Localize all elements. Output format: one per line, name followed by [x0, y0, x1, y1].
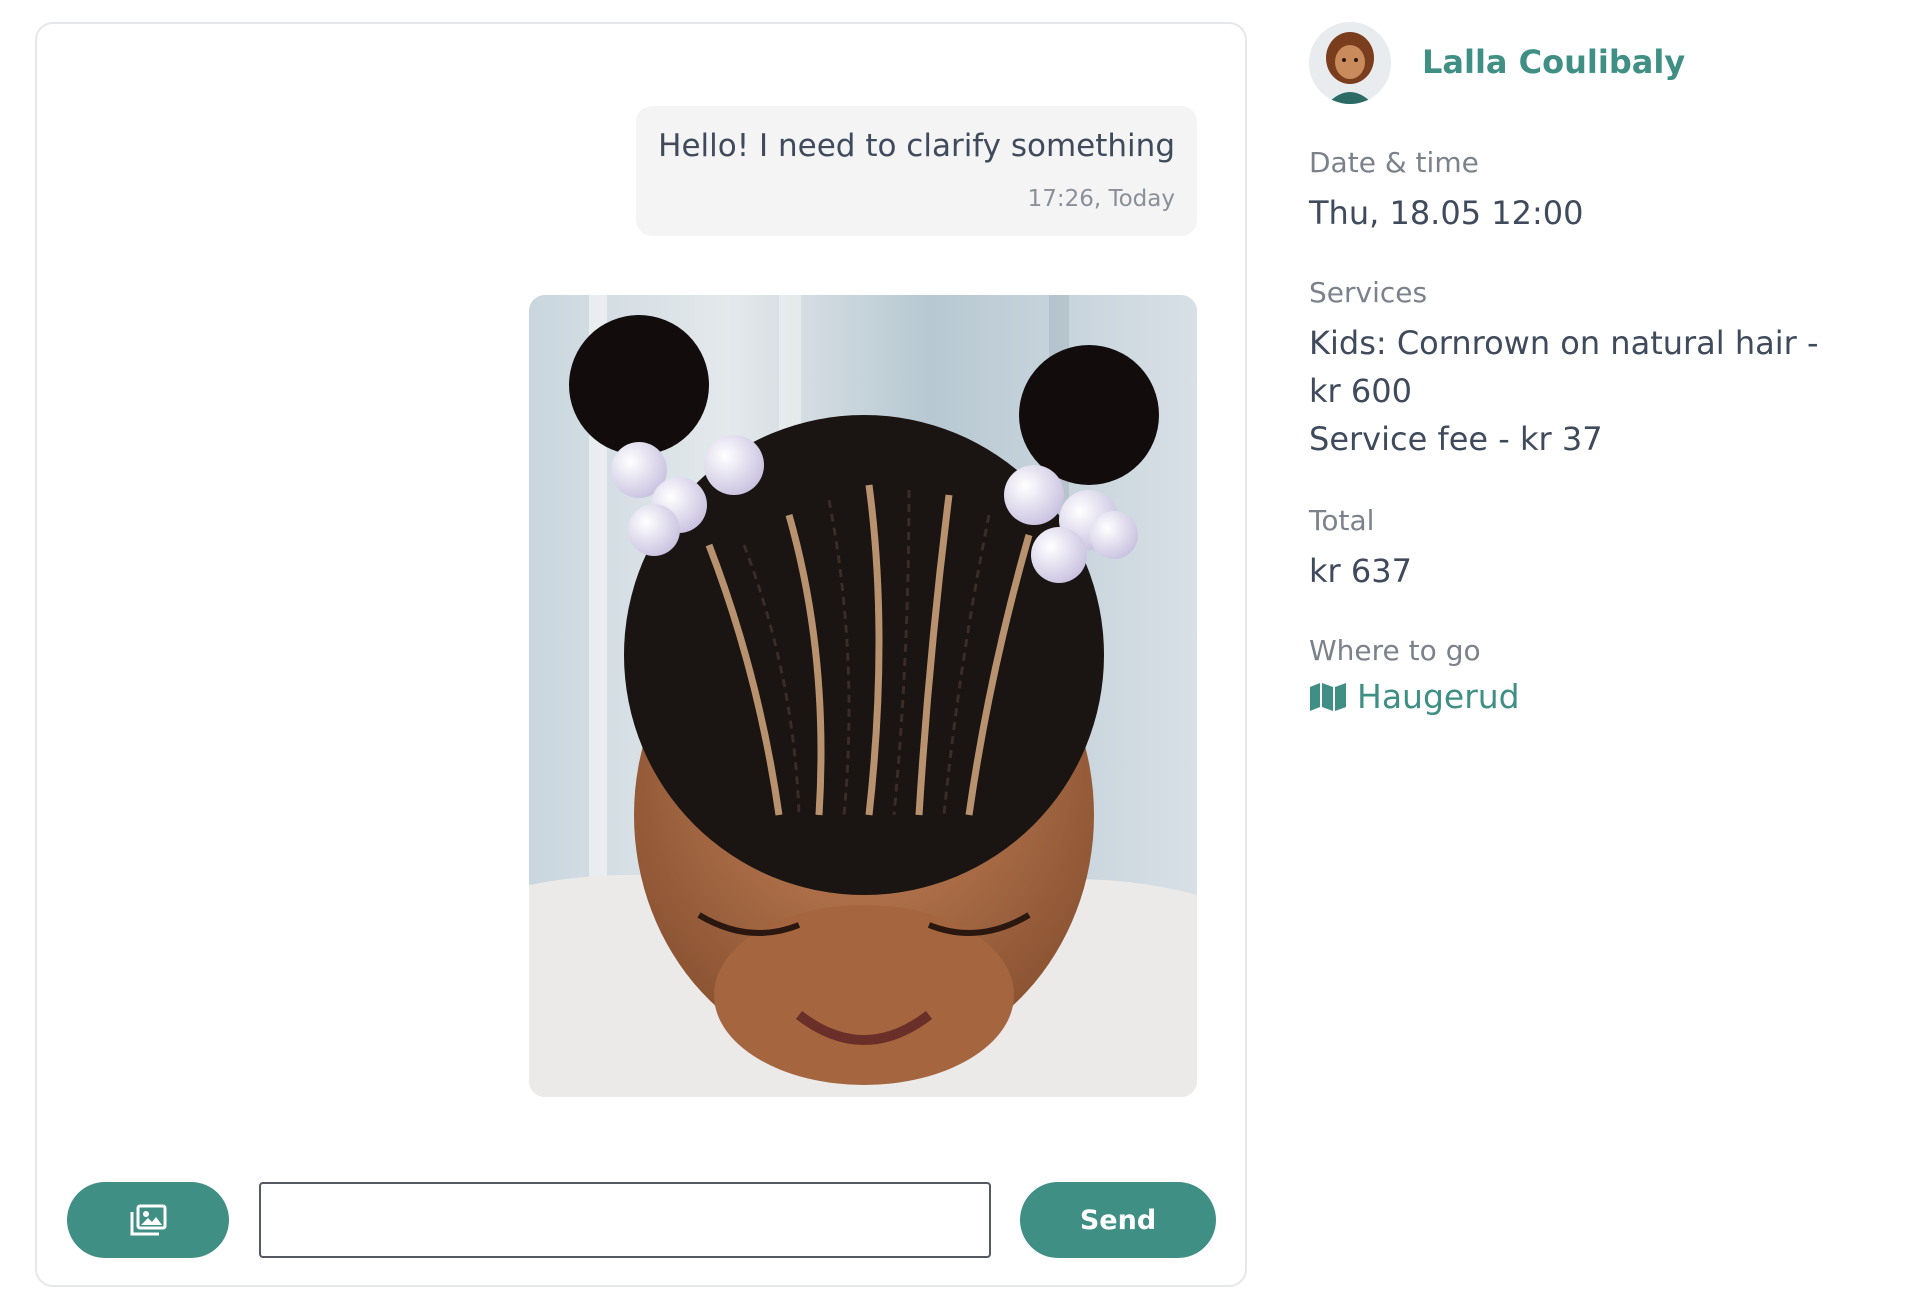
image-gallery-icon	[130, 1204, 167, 1236]
services-list: Kids: Cornrown on natural hair - kr 600 …	[1309, 319, 1819, 463]
user-avatar-icon	[1309, 22, 1391, 104]
attach-image-button[interactable]	[67, 1182, 229, 1258]
date-label: Date & time	[1309, 146, 1479, 179]
message-bubble: Hello! I need to clarify something 17:26…	[636, 106, 1197, 236]
location-label: Where to go	[1309, 634, 1481, 667]
service-line: kr 600	[1309, 372, 1412, 410]
total-field: Total kr 637	[1309, 504, 1412, 595]
services-field: Services Kids: Cornrown on natural hair …	[1309, 276, 1819, 463]
send-button[interactable]: Send	[1020, 1182, 1216, 1258]
date-field: Date & time Thu, 18.05 12:00	[1309, 146, 1583, 237]
message-input[interactable]	[259, 1182, 991, 1258]
date-value: Thu, 18.05 12:00	[1309, 194, 1584, 232]
message-image[interactable]	[529, 295, 1197, 1097]
total-value: kr 637	[1309, 552, 1412, 590]
map-icon	[1310, 682, 1346, 711]
message-text: Hello! I need to clarify something	[658, 128, 1175, 164]
location-link[interactable]: Haugerud	[1309, 677, 1520, 716]
location-field: Where to go Haugerud	[1309, 634, 1520, 716]
services-label: Services	[1309, 276, 1428, 309]
location-value: Haugerud	[1357, 677, 1520, 716]
profile-name[interactable]: Lalla Coulibaly	[1422, 43, 1685, 81]
service-line: Kids: Cornrown on natural hair -	[1309, 324, 1819, 362]
avatar[interactable]	[1309, 22, 1391, 104]
message-timestamp: 17:26, Today	[1027, 186, 1175, 212]
service-line: Service fee - kr 37	[1309, 420, 1603, 458]
total-label: Total	[1309, 504, 1375, 537]
child-cornrows-photo	[529, 295, 1197, 1097]
chat-panel: Hello! I need to clarify something 17:26…	[35, 22, 1247, 1287]
